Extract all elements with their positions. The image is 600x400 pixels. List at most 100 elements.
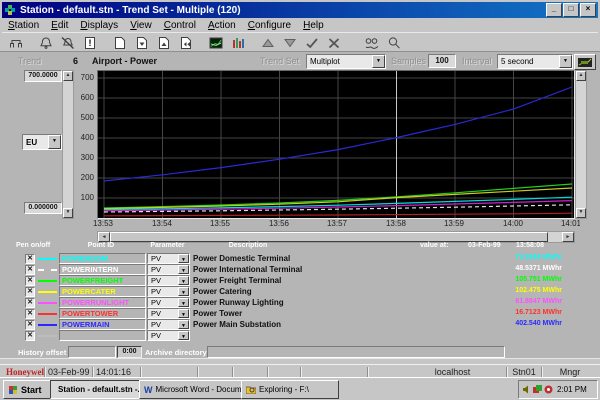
chevron-down-icon[interactable]: ▼ [48, 135, 61, 149]
point-id-field[interactable]: POWERINTERN [59, 264, 146, 275]
pen-line-sample [38, 269, 57, 271]
pen-line-sample [38, 313, 57, 315]
alarm-disable-button[interactable] [57, 34, 79, 51]
parameter-select[interactable]: PV▼ [147, 253, 190, 264]
axis-unit-select[interactable]: EU ▼ [22, 134, 62, 150]
chevron-down-icon[interactable]: ▼ [559, 55, 572, 68]
pen-checkbox[interactable]: ✕ [25, 276, 35, 286]
pen-checkbox[interactable]: ✕ [25, 265, 35, 275]
chevron-down-icon[interactable]: ▼ [178, 309, 189, 318]
pen-description: Power Runway Lighting [193, 298, 284, 307]
menu-station[interactable]: Station [2, 19, 45, 32]
history-review-button[interactable] [361, 34, 383, 51]
archive-directory-input[interactable] [207, 346, 505, 358]
pen-checkbox[interactable]: ✕ [25, 254, 35, 264]
point-id-field[interactable]: POWERCATER [59, 286, 146, 297]
accept-button[interactable] [301, 34, 323, 51]
close-button[interactable]: × [580, 3, 596, 17]
minimize-button[interactable]: _ [546, 3, 562, 17]
task-station[interactable]: Station - default.stn -... [50, 380, 145, 399]
pen-value: 402.540 MWhr [432, 320, 562, 327]
pen-value: 73.1963 MWhr [432, 254, 562, 261]
pen-row: ✕ POWERCATER PV▼ Power Catering 102.475 … [0, 286, 600, 297]
pen-checkbox[interactable]: ✕ [25, 298, 35, 308]
point-id-field[interactable]: POWERFREIGHT [59, 275, 146, 286]
axis-min-field[interactable]: 0.000000 [24, 202, 62, 214]
y-tick: 400 [70, 133, 94, 142]
group-display-button[interactable] [227, 34, 249, 51]
pen-checkbox[interactable]: ✕ [25, 331, 35, 341]
parameter-select[interactable]: PV▼ [147, 319, 190, 330]
parameter-select[interactable]: PV▼ [147, 264, 190, 275]
zoom-find-button[interactable] [383, 34, 405, 51]
scroll-up-icon[interactable]: ▲ [576, 71, 586, 81]
raise-button[interactable] [257, 34, 279, 51]
samples-field[interactable]: 100 [428, 54, 456, 68]
start-button[interactable]: Start [3, 380, 51, 399]
menu-configure[interactable]: Configure [242, 19, 297, 32]
point-id-field[interactable]: POWERMAIN [59, 319, 146, 330]
point-id-field[interactable]: POWERDOM [59, 253, 146, 264]
associated-page-button[interactable] [109, 34, 131, 51]
axis-max-field[interactable]: 700.0000 [24, 70, 62, 82]
chevron-down-icon[interactable]: ▼ [178, 320, 189, 329]
chevron-down-icon[interactable]: ▼ [178, 254, 189, 263]
chevron-down-icon[interactable]: ▼ [178, 331, 189, 340]
lower-button[interactable] [279, 34, 301, 51]
parameter-select[interactable]: PV▼ [147, 330, 190, 341]
tray-alarm-icon[interactable] [544, 385, 553, 394]
task-exploring[interactable]: Exploring - F:\ [241, 380, 339, 399]
scrollbar-thumb[interactable] [110, 232, 548, 242]
scroll-left-icon[interactable]: ◄ [98, 232, 110, 242]
cancel-button[interactable] [323, 34, 345, 51]
menu-edit[interactable]: Edit [45, 19, 74, 32]
point-id-field[interactable]: POWERTOWER [59, 308, 146, 319]
point-id-field[interactable] [59, 330, 146, 341]
pen-line-sample [38, 324, 57, 326]
alarm-button[interactable] [35, 34, 57, 51]
parameter-select[interactable]: PV▼ [147, 297, 190, 308]
trend-plot[interactable] [97, 70, 575, 219]
col-description: Description [193, 242, 303, 249]
alarm-message-button[interactable]: ! [79, 34, 101, 51]
chevron-down-icon[interactable]: ▼ [178, 265, 189, 274]
chevron-down-icon[interactable]: ▼ [178, 298, 189, 307]
maximize-button[interactable]: □ [563, 3, 579, 17]
volume-icon[interactable] [522, 385, 531, 394]
parameter-select[interactable]: PV▼ [147, 275, 190, 286]
menu-displays[interactable]: Displays [74, 19, 124, 32]
chevron-down-icon[interactable]: ▼ [372, 55, 385, 68]
parameter-select[interactable]: PV▼ [147, 286, 190, 297]
chevron-down-icon[interactable]: ▼ [178, 287, 189, 296]
page-down-button[interactable] [131, 34, 153, 51]
interval-select[interactable]: 5 second ▼ [497, 54, 573, 69]
trend-number[interactable]: 6 [73, 56, 78, 66]
x-tick: 14:01 [556, 219, 580, 228]
menu-view[interactable]: View [124, 19, 158, 32]
pen-description: Power Tower [193, 309, 242, 318]
tray-status-icon[interactable] [533, 385, 542, 394]
menu-action[interactable]: Action [202, 19, 242, 32]
trend-display-button[interactable] [205, 34, 227, 51]
col-point-id: Point ID [59, 242, 143, 249]
scroll-right-icon[interactable]: ► [562, 232, 574, 242]
page-up-button[interactable] [153, 34, 175, 51]
page-back-button[interactable] [175, 34, 197, 51]
parameter-select[interactable]: PV▼ [147, 308, 190, 319]
history-offset-input[interactable] [68, 346, 116, 358]
trend-config-button[interactable] [574, 54, 596, 70]
pen-checkbox[interactable]: ✕ [25, 287, 35, 297]
menu-help[interactable]: Help [297, 19, 330, 32]
point-id-field[interactable]: POWERRUNLIGHT [59, 297, 146, 308]
scroll-down-icon[interactable]: ▼ [576, 208, 586, 218]
station-connect-button[interactable] [5, 34, 27, 51]
pen-checkbox[interactable]: ✕ [25, 309, 35, 319]
plot-vertical-scrollbar[interactable]: ▲ ▼ [575, 70, 587, 219]
pen-checkbox[interactable]: ✕ [25, 320, 35, 330]
chevron-down-icon[interactable]: ▼ [178, 276, 189, 285]
menu-control[interactable]: Control [158, 19, 202, 32]
trend-set-select[interactable]: Multiplot ▼ [306, 54, 386, 69]
col-parameter: Parameter [147, 242, 188, 249]
y-tick: 200 [70, 173, 94, 182]
task-word[interactable]: W Microsoft Word - Document5 [139, 380, 247, 399]
